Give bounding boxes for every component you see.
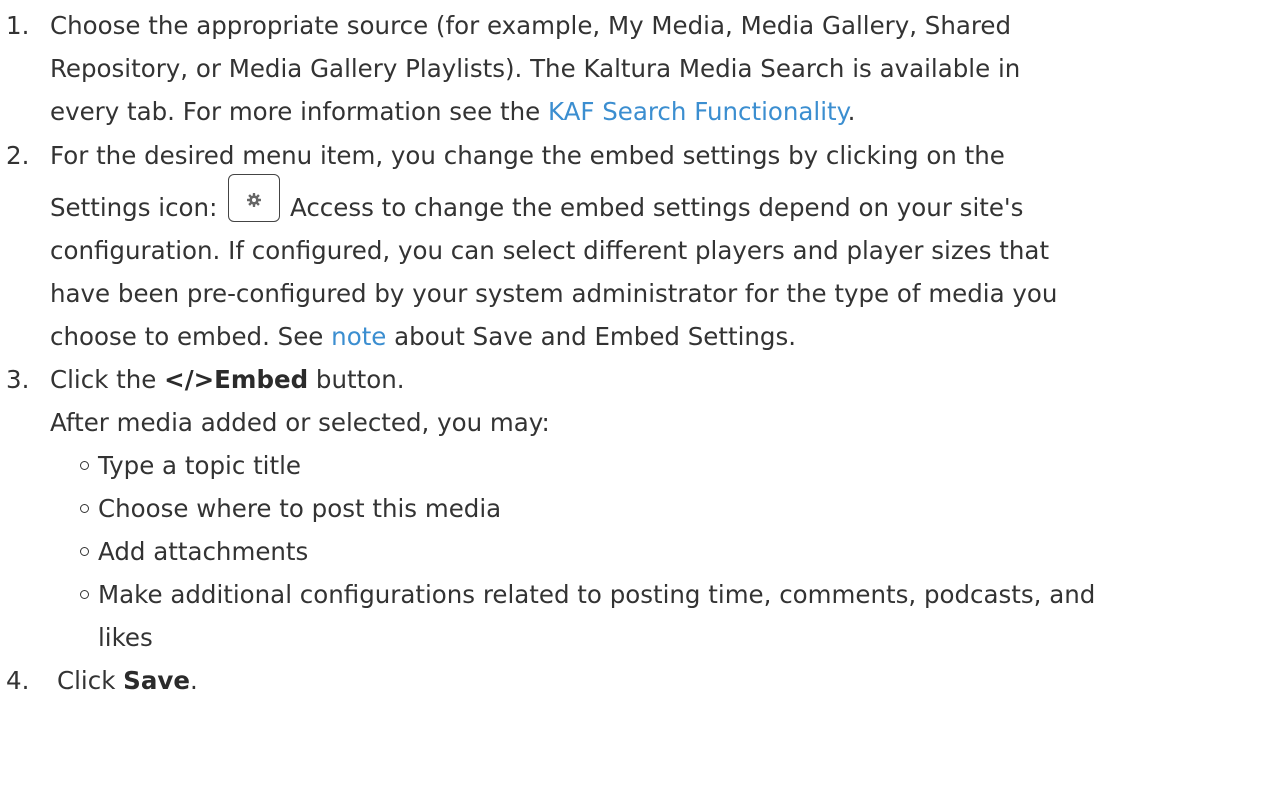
gear-icon (247, 193, 261, 207)
text-span: Click (57, 666, 124, 695)
step-2-text-line: Access to change the embed settings depe… (290, 193, 1024, 222)
step-2-text-line: configuration. If configured, you can se… (50, 236, 1050, 265)
list-item: Make additional configurations related t… (98, 580, 1096, 609)
list-item: Add attachments (98, 537, 309, 566)
text-span: . (847, 97, 856, 126)
step-2-text-line: For the desired menu item, you change th… (50, 141, 1005, 170)
bullet-icon (80, 504, 89, 513)
step-2-text-line: choose to embed. See note about Save and… (50, 320, 796, 354)
text-span: about Save and Embed Settings. (386, 322, 797, 351)
step-1-text-line: Choose the appropriate source (for examp… (50, 11, 1012, 40)
list-item-continuation: likes (98, 623, 153, 652)
step-2-text-line: have been pre-configured by your system … (50, 279, 1058, 308)
step-3-intro: After media added or selected, you may: (50, 408, 550, 437)
list-item: Choose where to post this media (98, 494, 502, 523)
list-item: Type a topic title (98, 451, 301, 480)
text-span: every tab. For more information see the (50, 97, 548, 126)
step-2-text-line: Settings icon: (50, 193, 218, 222)
bullet-icon (80, 547, 89, 556)
text-span: choose to embed. See (50, 322, 332, 351)
text-span: Click the (50, 365, 165, 394)
settings-button-image (228, 174, 280, 222)
step-4-text-line: Click Save. (57, 664, 198, 698)
kaf-search-functionality-link[interactable]: KAF Search Functionality (548, 97, 848, 126)
save-label: Save (123, 666, 190, 695)
note-link[interactable]: note (331, 322, 386, 351)
bullet-icon (80, 590, 89, 599)
step-number: 3. (6, 365, 30, 394)
bullet-icon (80, 461, 89, 470)
step-1-text-line: every tab. For more information see the … (50, 95, 855, 129)
step-1-text-line: Repository, or Media Gallery Playlists).… (50, 54, 1021, 83)
embed-label: </>Embed (164, 365, 309, 394)
step-number: 4. (6, 666, 30, 695)
step-3-text-line: Click the </>Embed button. (50, 363, 405, 397)
text-span: . (189, 666, 198, 695)
step-number: 1. (6, 11, 30, 40)
text-span: button. (308, 365, 405, 394)
step-number: 2. (6, 141, 30, 170)
